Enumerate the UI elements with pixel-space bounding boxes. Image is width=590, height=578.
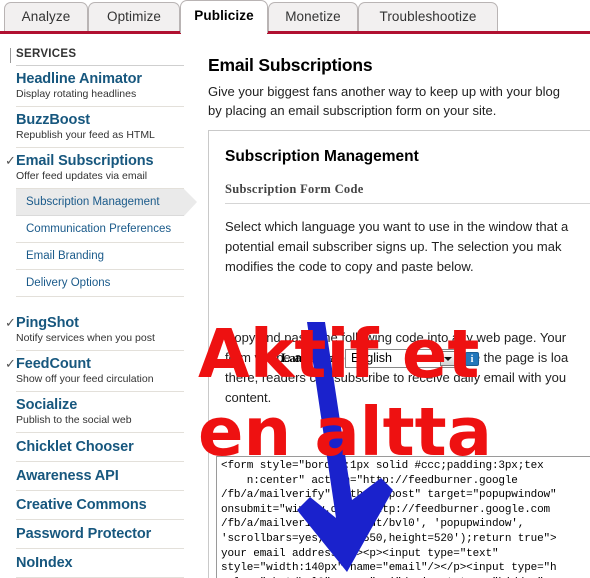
subscription-form-code-textarea[interactable]: <form style="border:1px solid #ccc;paddi…: [216, 456, 590, 578]
language-label: Language:: [281, 351, 338, 365]
sidebar-item-buzzboost[interactable]: BuzzBoost Republish your feed as HTML: [16, 107, 184, 148]
sidebar-item-title: Socialize: [16, 397, 78, 413]
sidebar-item-title: Chicklet Chooser: [16, 439, 134, 455]
paste-line-4: content.: [225, 390, 272, 405]
sidebar-item-title: BuzzBoost: [16, 112, 91, 128]
tab-publicize[interactable]: Publicize: [180, 0, 268, 33]
sidebar-subitem-label: Communication Preferences: [26, 223, 172, 235]
sidebar-heading: SERVICES: [10, 48, 184, 66]
sidebar-item-awareness-api[interactable]: Awareness API: [16, 462, 184, 491]
language-row: Language: English i: [281, 349, 479, 368]
panel-title: Subscription Management: [225, 148, 419, 165]
intro-line-1: Select which language you want to use in…: [225, 219, 569, 234]
sidebar-item-title: Creative Commons: [16, 497, 147, 513]
tab-optimize[interactable]: Optimize: [88, 2, 180, 31]
feedburner-publicize-page: Analyze Optimize Publicize Monetize Trou…: [0, 0, 590, 578]
sidebar-item-headline-animator[interactable]: Headline Animator Display rotating headl…: [16, 66, 184, 107]
tab-bar-underline: [0, 31, 590, 34]
sidebar-subitem-label: Delivery Options: [26, 277, 111, 289]
sidebar-item-pingshot[interactable]: ✓ PingShot Notify services when you post: [5, 310, 184, 351]
sidebar-item-subtitle: Notify services when you post: [16, 332, 155, 344]
sidebar-item-subtitle: Offer feed updates via email: [16, 170, 148, 182]
check-icon: ✓: [5, 315, 16, 330]
sidebar-item-creative-commons[interactable]: Creative Commons: [16, 491, 184, 520]
sidebar-item-socialize[interactable]: Socialize Publish to the social web: [16, 392, 184, 433]
tab-monetize[interactable]: Monetize: [268, 2, 358, 31]
paste-line-3: there, readers can subscribe to receive …: [225, 370, 567, 385]
sidebar-item-noindex[interactable]: NoIndex: [16, 549, 184, 578]
sidebar-item-title: FeedCount: [16, 356, 91, 372]
check-icon: ✓: [5, 153, 16, 168]
sidebar-item-title: PingShot: [16, 315, 79, 331]
sidebar-subitem-label: Subscription Management: [26, 196, 160, 208]
sidebar-item-subtitle: Show off your feed circulation: [16, 373, 154, 385]
sidebar-item-email-branding[interactable]: Email Branding: [16, 243, 184, 270]
tab-troubleshootize[interactable]: Troubleshootize: [358, 2, 498, 31]
tab-analyze[interactable]: Analyze: [4, 2, 88, 31]
sidebar-item-subscription-management[interactable]: Subscription Management: [16, 189, 197, 216]
sidebar-item-communication-preferences[interactable]: Communication Preferences: [16, 216, 184, 243]
language-select[interactable]: English: [344, 349, 458, 368]
sidebar-item-title: NoIndex: [16, 555, 73, 571]
primary-tab-bar: Analyze Optimize Publicize Monetize Trou…: [0, 0, 590, 34]
sidebar-item-feedcount[interactable]: ✓ FeedCount Show off your feed circulati…: [5, 351, 184, 392]
sidebar-item-email-subscriptions[interactable]: ✓ Email Subscriptions Offer feed updates…: [5, 148, 184, 189]
intro-line-2: potential email subscriber signs up. The…: [225, 239, 562, 254]
paste-line-1: Copy and paste the following code into a…: [225, 330, 567, 345]
check-icon: ✓: [5, 356, 16, 371]
sidebar-item-title: Password Protector: [16, 526, 152, 542]
language-select-value: English: [350, 351, 392, 365]
page-description-line-1: Give your biggest fans another way to ke…: [208, 84, 560, 99]
sidebar-item-subtitle: Display rotating headlines: [16, 88, 137, 100]
sidebar-item-title: Awareness API: [16, 468, 119, 484]
sidebar-item-title: Headline Animator: [16, 71, 142, 87]
page-description-line-2: by placing an email subscription form on…: [208, 103, 497, 118]
sidebar-item-subtitle: Publish to the social web: [16, 414, 132, 426]
services-sidebar: SERVICES Headline Animator Display rotat…: [0, 38, 197, 578]
sidebar-item-title: Email Subscriptions: [16, 153, 154, 169]
page-title: Email Subscriptions: [208, 55, 373, 75]
intro-line-3: modifies the code to copy and paste belo…: [225, 259, 474, 274]
sidebar-subitem-label: Email Branding: [26, 250, 104, 262]
sidebar-heading-label: SERVICES: [16, 48, 77, 60]
sidebar-item-delivery-options[interactable]: Delivery Options: [16, 270, 184, 297]
sidebar-heading-rule: [10, 48, 11, 63]
sidebar-item-chicklet-chooser[interactable]: Chicklet Chooser: [16, 433, 184, 462]
sidebar-item-subtitle: Republish your feed as HTML: [16, 129, 155, 141]
main-content: Email Subscriptions Give your biggest fa…: [196, 38, 590, 578]
chevron-down-icon[interactable]: [439, 351, 456, 366]
subscription-form-code-content: <form style="border:1px solid #ccc;paddi…: [221, 460, 557, 578]
sidebar-item-password-protector[interactable]: Password Protector: [16, 520, 184, 549]
info-icon[interactable]: i: [464, 351, 479, 366]
section-title-subscription-form-code: Subscription Form Code: [225, 182, 590, 204]
